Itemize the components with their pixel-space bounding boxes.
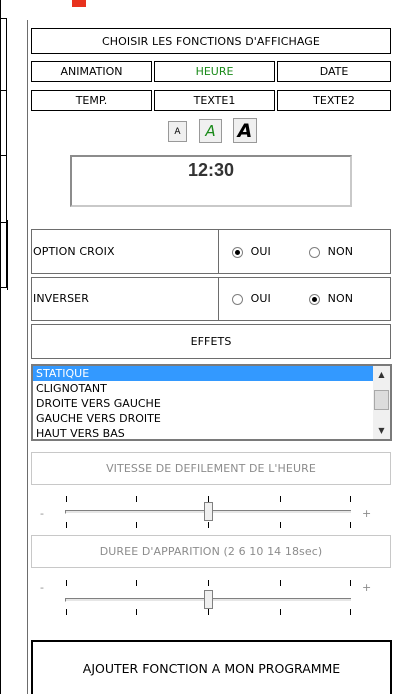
left-edge-divider xyxy=(0,222,7,223)
tick-mark xyxy=(136,522,137,528)
radio-selected-icon xyxy=(232,246,243,258)
effets-item[interactable]: HAUT VERS BAS xyxy=(33,426,390,439)
left-edge-divider xyxy=(0,90,7,91)
speed-slider[interactable]: - + xyxy=(40,494,385,534)
duration-label-text: DUREE D'APPARITION (2 6 10 14 18sec) xyxy=(99,545,323,558)
display-field[interactable]: 12:30 xyxy=(70,155,352,207)
effets-item[interactable]: DROITE VERS GAUCHE xyxy=(33,396,390,411)
duration-min-label: - xyxy=(40,581,44,594)
left-edge-divider xyxy=(0,155,7,156)
tick-mark xyxy=(136,496,137,502)
effets-item[interactable]: GAUCHE VERS DROITE xyxy=(33,411,390,426)
tab-animation-label: ANIMATION xyxy=(60,65,123,78)
tab-texte2-label: TEXTE2 xyxy=(313,94,355,107)
duration-label: DUREE D'APPARITION (2 6 10 14 18sec) xyxy=(31,535,391,568)
tick-mark xyxy=(208,522,209,528)
tab-animation[interactable]: ANIMATION xyxy=(31,61,152,82)
tick-mark xyxy=(280,496,281,502)
tab-heure[interactable]: HEURE xyxy=(154,61,275,82)
tick-mark xyxy=(208,580,209,586)
tab-texte2[interactable]: TEXTE2 xyxy=(277,90,391,111)
effets-title: EFFETS xyxy=(190,335,232,348)
tick-mark xyxy=(350,580,351,586)
effets-item[interactable]: CLIGNOTANT xyxy=(33,381,390,396)
left-edge-box xyxy=(0,18,7,288)
tab-date[interactable]: DATE xyxy=(277,61,391,82)
option-inverser-divider xyxy=(218,277,219,321)
red-header-fragment xyxy=(72,0,86,7)
font-size-large-button[interactable]: A xyxy=(233,118,257,143)
display-value: 12:30 xyxy=(187,160,235,180)
font-size-medium-button[interactable]: A xyxy=(199,119,222,143)
option-croix-non[interactable]: NON xyxy=(309,245,353,258)
speed-max-label: + xyxy=(362,507,372,520)
add-function-button[interactable]: AJOUTER FONCTION A MON PROGRAMME xyxy=(31,640,392,694)
tick-mark xyxy=(350,609,351,615)
tick-mark xyxy=(208,609,209,615)
effets-scrollbar[interactable]: ▲ ▼ xyxy=(373,366,390,439)
speed-label-text: VITESSE DE DEFILEMENT DE L'HEURE xyxy=(106,462,316,475)
tick-mark xyxy=(350,496,351,502)
add-function-label: AJOUTER FONCTION A MON PROGRAMME xyxy=(82,660,341,676)
duration-slider[interactable]: - + xyxy=(40,578,385,618)
option-croix-divider xyxy=(218,229,219,274)
effets-listbox[interactable]: STATIQUE CLIGNOTANT DROITE VERS GAUCHE G… xyxy=(31,364,392,441)
tick-mark xyxy=(280,522,281,528)
option-inverser-non-label: NON xyxy=(327,292,354,305)
option-inverser-oui-label: OUI xyxy=(250,292,271,305)
option-inverser-label: INVERSER xyxy=(33,292,89,305)
font-size-large-label: A xyxy=(237,119,253,142)
tick-mark xyxy=(66,580,67,586)
duration-thumb[interactable] xyxy=(204,590,213,609)
tab-temp[interactable]: TEMP. xyxy=(31,90,152,111)
effets-item-selected[interactable]: STATIQUE xyxy=(33,366,373,381)
panel-title-text: CHOISIR LES FONCTIONS D'AFFICHAGE xyxy=(102,34,320,48)
speed-thumb[interactable] xyxy=(204,502,213,521)
tab-texte1-label: TEXTE1 xyxy=(193,94,236,107)
tick-mark xyxy=(350,522,351,528)
radio-unselected-icon xyxy=(232,293,243,305)
tick-mark xyxy=(136,580,137,586)
speed-label: VITESSE DE DEFILEMENT DE L'HEURE xyxy=(31,452,391,485)
tab-heure-label: HEURE xyxy=(195,65,234,78)
font-size-small-label: A xyxy=(174,126,181,137)
option-croix-oui[interactable]: OUI xyxy=(232,245,271,258)
speed-min-label: - xyxy=(40,507,44,520)
tick-mark xyxy=(66,496,67,502)
radio-unselected-icon xyxy=(309,246,320,258)
tab-temp-label: TEMP. xyxy=(75,94,108,107)
duration-max-label: + xyxy=(362,581,372,594)
tick-mark xyxy=(136,609,137,615)
font-size-medium-label: A xyxy=(205,122,216,140)
scroll-thumb[interactable] xyxy=(374,390,389,410)
option-croix-non-label: NON xyxy=(327,245,354,258)
left-edge-divider xyxy=(7,220,8,290)
panel-title: CHOISIR LES FONCTIONS D'AFFICHAGE xyxy=(31,28,391,54)
font-size-small-button[interactable]: A xyxy=(168,121,187,142)
tab-texte1[interactable]: TEXTE1 xyxy=(154,90,275,111)
scroll-up-arrow-icon[interactable]: ▲ xyxy=(373,366,390,383)
tick-mark xyxy=(66,609,67,615)
option-croix-oui-label: OUI xyxy=(250,245,271,258)
tick-mark xyxy=(66,522,67,528)
scroll-down-arrow-icon[interactable]: ▼ xyxy=(373,422,390,439)
option-inverser-oui[interactable]: OUI xyxy=(232,292,271,305)
tab-date-label: DATE xyxy=(319,65,349,78)
effets-header: EFFETS xyxy=(31,324,391,359)
option-inverser-non[interactable]: NON xyxy=(309,292,353,305)
option-croix-label: OPTION CROIX xyxy=(33,245,115,258)
tick-mark xyxy=(280,580,281,586)
tick-mark xyxy=(280,609,281,615)
radio-selected-icon xyxy=(309,293,320,305)
